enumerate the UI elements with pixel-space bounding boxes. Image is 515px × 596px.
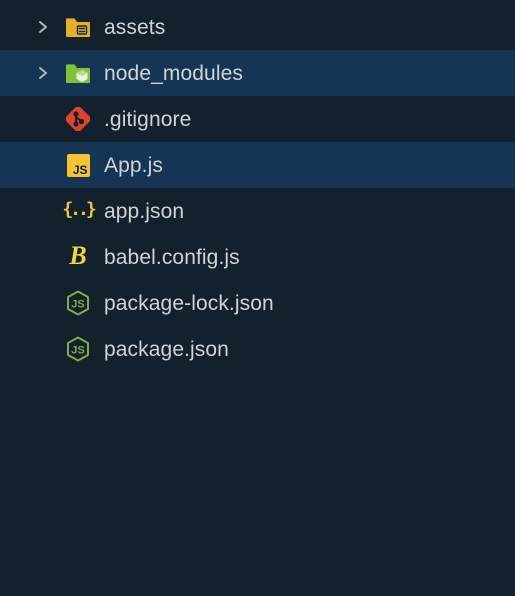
item-label: app.json (104, 201, 184, 222)
svg-text:JS: JS (71, 345, 84, 357)
js-icon: JS (65, 152, 91, 178)
file-row[interactable]: .gitignore (0, 96, 515, 142)
svg-text:JS: JS (71, 299, 84, 311)
file-icon-slot: JS (58, 152, 98, 178)
item-label: node_modules (104, 63, 243, 84)
file-icon-slot: JS (58, 290, 98, 316)
file-icon-slot: {..} (58, 198, 98, 224)
file-icon-slot (58, 106, 98, 132)
folder-row[interactable]: assets (0, 4, 515, 50)
json-icon: {..} (62, 201, 93, 219)
file-explorer-tree: assets node_modules .gitignore JS App.js {.… (0, 0, 515, 372)
file-icon-slot: B (58, 244, 98, 270)
babel-icon: B (69, 243, 86, 269)
item-label: App.js (104, 155, 163, 176)
folder-node-modules-icon (65, 60, 91, 86)
item-label: .gitignore (104, 109, 191, 130)
file-row[interactable]: Bbabel.config.js (0, 234, 515, 280)
item-label: package-lock.json (104, 293, 274, 314)
file-icon-slot (58, 60, 98, 86)
folder-assets-icon (65, 14, 91, 40)
file-icon-slot (58, 14, 98, 40)
json-icon: {..} (65, 198, 91, 224)
chevron-right-icon[interactable] (36, 20, 50, 34)
node-icon: JS (65, 336, 91, 362)
file-row[interactable]: JS package.json (0, 326, 515, 372)
item-label: babel.config.js (104, 247, 240, 268)
file-row[interactable]: {..} app.json (0, 188, 515, 234)
item-label: package.json (104, 339, 229, 360)
file-icon-slot: JS (58, 336, 98, 362)
node-icon: JS (65, 290, 91, 316)
git-icon (65, 106, 91, 132)
folder-row[interactable]: node_modules (0, 50, 515, 96)
file-row[interactable]: JS App.js (0, 142, 515, 188)
chevron-slot (28, 20, 58, 34)
chevron-slot (28, 66, 58, 80)
chevron-right-icon[interactable] (36, 66, 50, 80)
babel-icon: B (65, 244, 91, 270)
js-icon: JS (67, 154, 90, 177)
item-label: assets (104, 17, 165, 38)
file-row[interactable]: JS package-lock.json (0, 280, 515, 326)
